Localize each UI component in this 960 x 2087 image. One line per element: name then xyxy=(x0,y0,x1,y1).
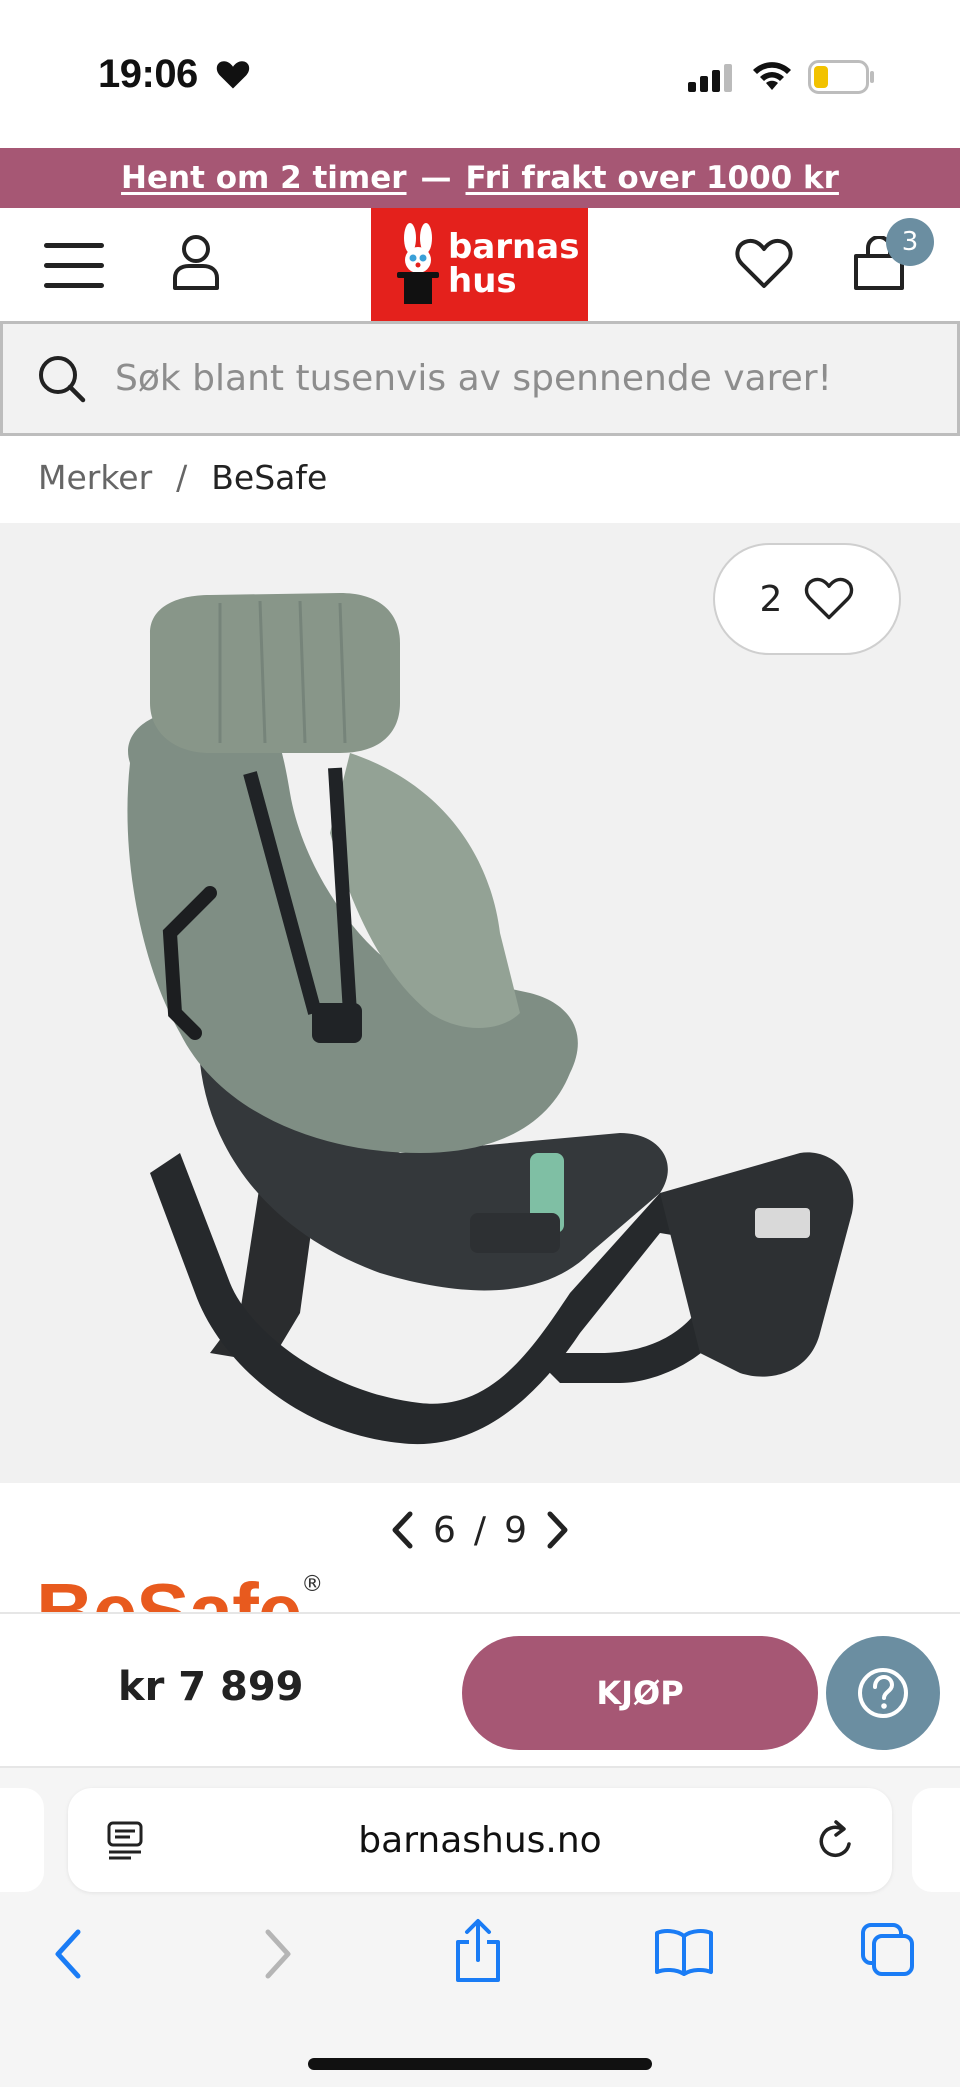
pager-total: 9 xyxy=(504,1509,527,1551)
heart-status-icon xyxy=(216,61,250,89)
address-bar[interactable]: barnashus.no xyxy=(68,1788,892,1892)
pager-separator: / xyxy=(473,1509,487,1551)
bookmarks-icon[interactable] xyxy=(654,1928,714,1976)
breadcrumb: Merker / BeSafe xyxy=(38,458,327,497)
chevron-left-icon[interactable] xyxy=(389,1510,415,1550)
reload-icon[interactable] xyxy=(816,1818,856,1862)
promo-separator: — xyxy=(420,160,452,196)
back-icon[interactable] xyxy=(50,1926,86,1982)
address-url: barnashus.no xyxy=(358,1819,602,1861)
brand-logo[interactable]: BeSafe® xyxy=(36,1572,323,1614)
site-logo[interactable]: barnas hus xyxy=(371,208,588,321)
next-tab-peek[interactable] xyxy=(912,1788,960,1892)
promo-pickup-link[interactable]: Hent om 2 timer xyxy=(121,160,406,196)
breadcrumb-link-merker[interactable]: Merker xyxy=(38,458,152,497)
search-icon xyxy=(39,356,86,403)
status-bar: 19:06 xyxy=(0,0,960,148)
logo-line2: hus xyxy=(448,261,517,301)
buy-button[interactable]: KJØP xyxy=(462,1636,818,1750)
home-indicator xyxy=(308,2058,652,2070)
question-mark-icon xyxy=(858,1668,908,1718)
product-gallery[interactable]: 2 xyxy=(0,523,960,1483)
breadcrumb-current[interactable]: BeSafe xyxy=(211,458,327,497)
sticky-buy-bar: kr 7 899 KJØP xyxy=(0,1612,960,1768)
browser-toolbar xyxy=(0,1918,960,2008)
wishlist-heart-icon[interactable] xyxy=(735,238,793,290)
brand-logo-text: BeSafe xyxy=(36,1572,302,1614)
account-icon[interactable] xyxy=(170,234,222,290)
brand-logo-registered: ® xyxy=(301,1572,324,1597)
site-header: barnas hus 3 xyxy=(0,208,960,321)
logo-text: barnas hus xyxy=(448,230,579,298)
cart-count-badge: 3 xyxy=(886,218,934,266)
promo-free-shipping-link[interactable]: Fri frakt over 1000 kr xyxy=(466,160,839,196)
wifi-icon xyxy=(753,62,791,90)
status-time: 19:06 xyxy=(98,52,198,96)
pager-current: 6 xyxy=(433,1509,456,1551)
help-button[interactable] xyxy=(826,1636,940,1750)
promo-banner: Hent om 2 timer — Fri frakt over 1000 kr xyxy=(0,148,960,208)
tabs-icon[interactable] xyxy=(860,1922,916,1978)
logo-line1: barnas xyxy=(448,227,580,267)
previous-tab-peek[interactable] xyxy=(0,1788,44,1892)
cellular-signal-icon xyxy=(688,64,732,92)
chevron-right-icon[interactable] xyxy=(545,1510,571,1550)
breadcrumb-separator: / xyxy=(176,458,188,497)
page: 19:06 Hent om 2 timer — Fri frakt over 1… xyxy=(0,0,960,2087)
page-menu-icon[interactable] xyxy=(106,1820,146,1860)
search-input[interactable] xyxy=(115,348,915,408)
menu-icon[interactable] xyxy=(44,243,104,289)
rabbit-mascot-icon xyxy=(397,223,439,304)
car-seat-product-image xyxy=(127,593,854,1445)
battery-icon xyxy=(808,60,874,94)
forward-icon[interactable] xyxy=(260,1926,296,1982)
browser-bottom-bar: barnashus.no xyxy=(0,1768,960,2087)
share-icon[interactable] xyxy=(452,1918,504,1984)
product-price: kr 7 899 xyxy=(118,1664,304,1710)
search-bar[interactable] xyxy=(0,321,960,436)
gallery-pager: 6 / 9 xyxy=(0,1500,960,1560)
